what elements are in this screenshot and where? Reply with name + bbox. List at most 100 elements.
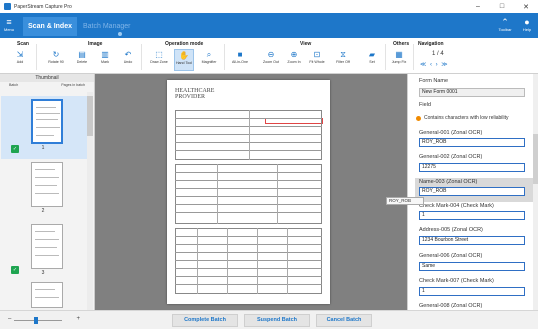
field-label-general-001: General-001 (Zonal OCR)	[419, 130, 483, 136]
field-check-mark-004[interactable]: 1	[419, 211, 525, 220]
field-label-general-002: General-002 (Zonal OCR)	[419, 154, 483, 160]
close-button[interactable]: ✕	[514, 0, 538, 13]
menu-label: Menu	[3, 27, 14, 32]
form-section	[175, 164, 322, 224]
group-title-operation-mode: Operation mode	[165, 41, 204, 47]
thumbnail-col-batch: Batch	[9, 83, 19, 87]
zoom-slider[interactable]: – +	[8, 316, 80, 324]
thumbnail-col-pages: Pages in batch	[61, 83, 85, 87]
zoom-out-button[interactable]: ⊖ Zoom Out	[261, 49, 281, 71]
zoom-in-button[interactable]: ⊕ Zoom In	[284, 49, 304, 71]
suspend-batch-button[interactable]: Suspend Batch	[244, 314, 310, 327]
zoom-in-icon: ⊕	[290, 50, 298, 59]
scrollbar-thumb[interactable]	[87, 96, 93, 136]
mark-icon: ▥	[101, 50, 109, 59]
group-title-scan: Scan	[17, 41, 29, 47]
hand-tool-button[interactable]: ✋ Hand Tool	[174, 49, 194, 71]
delete-button[interactable]: ▤ Delete	[72, 49, 92, 71]
all-in-one-button[interactable]: ■ All-in-One	[230, 49, 250, 71]
image-viewer[interactable]: HEALTHCARE PROVIDER	[95, 74, 407, 310]
thumbnail-page-4[interactable]	[8, 282, 78, 308]
tab-scan-index[interactable]: Scan & Index	[23, 17, 77, 36]
field-label-general-006: General-006 (Zonal OCR)	[419, 253, 483, 259]
low-reliability-warning: Contains characters with low reliability	[416, 115, 508, 121]
hand-tool-label: Hand Tool	[175, 61, 193, 65]
filter-off-label: Filter Off	[336, 60, 350, 64]
ribbon-header: ≡ Menu Scan & Index Batch Manager ⌃ Tool…	[0, 13, 538, 38]
zoom-minus-icon[interactable]: –	[8, 316, 11, 322]
fit-whole-button[interactable]: ⊡ Fit Whole	[307, 49, 327, 71]
draw-zone-button[interactable]: ⬚ Draw Zone	[149, 49, 169, 71]
field-address-005[interactable]: 1234 Bourbon Street	[419, 236, 525, 245]
separator	[36, 44, 37, 70]
draw-zone-icon: ⬚	[155, 50, 163, 59]
add-scan-icon: ⇲	[16, 50, 24, 59]
zoom-plus-icon[interactable]: +	[76, 316, 80, 322]
document-page[interactable]: HEALTHCARE PROVIDER	[167, 80, 330, 304]
mark-button[interactable]: ▥ Mark	[95, 49, 115, 71]
field-label-check-mark-004: Check Mark-004 (Check Mark)	[419, 203, 494, 209]
filter-off-button[interactable]: ⧖ Filter Off	[333, 49, 353, 71]
field-label-address-005: Address-005 (Zonal OCR)	[419, 227, 483, 233]
thumbnail-image	[31, 99, 63, 144]
tab-batch-manager[interactable]: Batch Manager	[79, 17, 134, 36]
jump-fix-label: Jump Fix	[391, 60, 407, 64]
complete-batch-button[interactable]: Complete Batch	[172, 314, 238, 327]
rotate-icon: ↻	[52, 50, 60, 59]
rotate-button[interactable]: ↻ Rotate 90	[46, 49, 66, 71]
group-title-others: Others	[393, 41, 410, 47]
thumbnail-number: 2	[41, 208, 45, 214]
maximize-button[interactable]: □	[490, 0, 514, 13]
scrollbar-thumb[interactable]	[533, 134, 538, 184]
thumbnail-image	[31, 282, 63, 308]
jump-icon: ▦	[395, 50, 403, 59]
separator	[385, 44, 386, 70]
status-badge: ✓	[11, 145, 19, 153]
set-button[interactable]: ▰ Set	[362, 49, 382, 71]
menu-button[interactable]: ≡ Menu	[2, 18, 16, 35]
all-in-one-label: All-in-One	[232, 60, 248, 64]
magnifier-button[interactable]: ⌕ Magnifier	[199, 49, 219, 71]
document-header-text: HEALTHCARE PROVIDER	[175, 88, 215, 100]
toolbar-toggle-label: Toolbar	[498, 27, 512, 32]
field-label-check-mark-007: Check Mark-007 (Check Mark)	[419, 278, 494, 284]
form-scrollbar[interactable]	[533, 74, 538, 310]
page-navigation[interactable]: ≪ ‹ › ≫	[420, 61, 449, 68]
rotate-label: Rotate 90	[48, 60, 64, 64]
tab-indicator-dot	[118, 32, 122, 36]
undo-icon: ↶	[124, 50, 132, 59]
separator	[224, 44, 225, 70]
app-icon	[4, 3, 11, 10]
field-general-001[interactable]: ROY_ROB	[419, 138, 525, 147]
field-general-002[interactable]: 12275	[419, 163, 525, 172]
thumbnail-page-2[interactable]: 2	[8, 162, 78, 214]
add-button[interactable]: ⇲ Add	[10, 49, 30, 71]
cancel-batch-button[interactable]: Cancel Batch	[316, 314, 372, 327]
undo-button[interactable]: ↶ Undo	[118, 49, 138, 71]
field-general-006[interactable]: Same	[419, 262, 525, 271]
field-name-003[interactable]: ROY_ROB	[419, 187, 525, 196]
add-label: Add	[16, 60, 24, 64]
thumbnail-page-1[interactable]: ✓ 1	[8, 99, 78, 153]
form-name-field[interactable]: New Form 0001	[419, 88, 525, 97]
set-icon: ▰	[368, 50, 376, 59]
thumbnail-panel: Thumbnail Batch Pages in batch ✓ 1 2 ✓ 3	[0, 74, 95, 310]
hamburger-icon: ≡	[6, 17, 12, 27]
toolbar-toggle-button[interactable]: ⌃ Toolbar	[496, 17, 514, 37]
thumbnail-page-3[interactable]: ✓ 3	[8, 224, 78, 276]
page-counter: 1 / 4	[432, 51, 444, 57]
magnifier-label: Magnifier	[201, 60, 217, 64]
undo-label: Undo	[123, 60, 133, 64]
delete-icon: ▤	[78, 50, 86, 59]
window-title: PaperStream Capture Pro	[14, 3, 72, 10]
help-button[interactable]: ● Help	[518, 17, 536, 37]
slider-knob[interactable]	[34, 317, 38, 324]
field-check-mark-007[interactable]: 1	[419, 287, 525, 296]
minimize-button[interactable]: –	[466, 0, 490, 13]
slider-track	[14, 320, 62, 321]
thumbnail-columns: Batch Pages in batch	[0, 82, 94, 89]
group-title-image: Image	[88, 41, 103, 47]
thumbnail-scrollbar[interactable]	[87, 92, 93, 310]
jump-fix-button[interactable]: ▦ Jump Fix	[389, 49, 409, 71]
chevron-up-icon: ⌃	[501, 17, 509, 27]
